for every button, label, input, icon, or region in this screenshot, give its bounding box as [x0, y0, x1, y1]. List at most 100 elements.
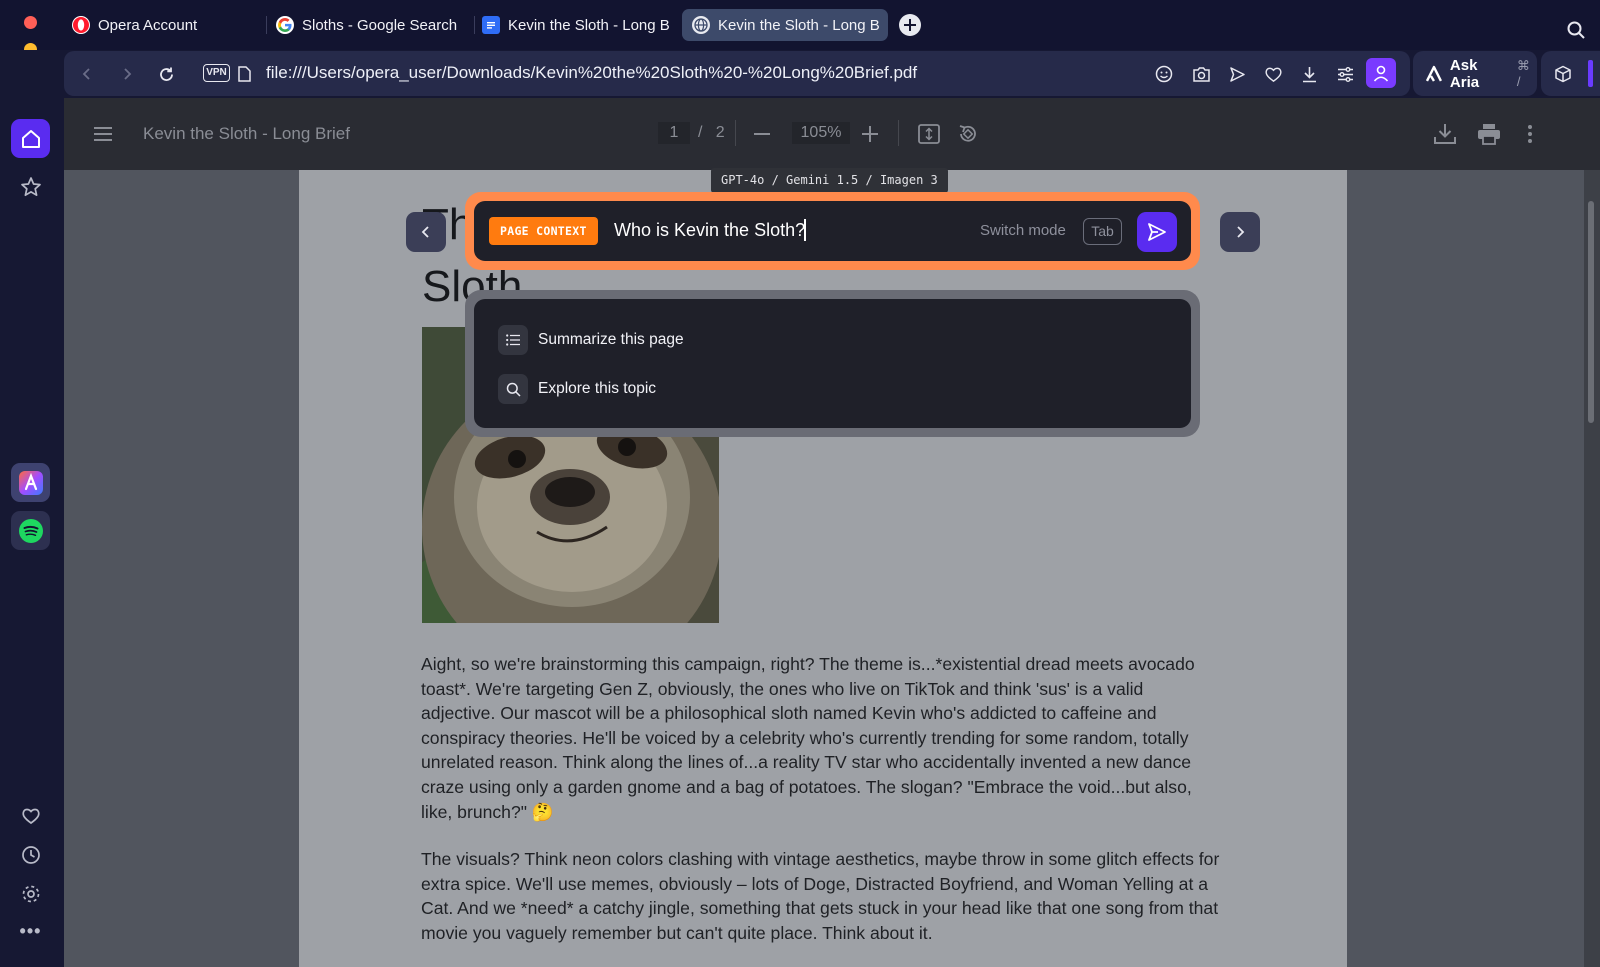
chevron-left-icon	[421, 226, 429, 238]
tab-search-button[interactable]	[1564, 18, 1588, 42]
sidebar: •••	[0, 50, 60, 967]
close-window-button[interactable]	[24, 16, 37, 29]
suggestion-label: Explore this topic	[538, 380, 657, 397]
zoom-in-button[interactable]	[858, 122, 882, 146]
tab-opera-account[interactable]: Opera Account	[62, 9, 258, 41]
fit-page-icon	[918, 124, 940, 144]
bookmark-button[interactable]	[1261, 62, 1285, 86]
rotate-button[interactable]	[955, 121, 981, 147]
spotify-icon	[18, 518, 43, 543]
next-button[interactable]	[1220, 212, 1260, 252]
cube-icon	[1554, 65, 1571, 82]
send-icon	[1229, 66, 1245, 82]
send-icon	[1148, 223, 1166, 241]
minus-icon	[754, 133, 770, 135]
pdf-menu-button[interactable]	[91, 122, 115, 146]
profile-button[interactable]	[1366, 58, 1396, 88]
star-icon	[20, 176, 41, 196]
new-tab-button[interactable]	[899, 14, 921, 36]
ask-aria-button[interactable]: Ask Aria ⌘ /	[1413, 51, 1537, 96]
ask-aria-label: Ask Aria	[1449, 56, 1480, 91]
ellipsis-icon: •••	[19, 921, 42, 941]
pdf-toolbar: Kevin the Sloth - Long Brief 1 / 2 105%	[64, 98, 1600, 170]
print-button[interactable]	[1475, 120, 1503, 148]
heart-icon	[1264, 67, 1282, 82]
printer-icon	[1478, 124, 1500, 145]
url-text[interactable]: file:///Users/opera_user/Downloads/Kevin…	[266, 63, 917, 83]
share-button[interactable]	[1225, 62, 1249, 86]
zoom-level[interactable]: 105%	[792, 122, 850, 144]
gear-icon	[22, 885, 39, 902]
toolbar-divider	[735, 120, 736, 146]
suggestion-summarize[interactable]: Summarize this page	[498, 325, 684, 355]
spotify-sidebar-button[interactable]	[11, 511, 50, 550]
speed-dial-button[interactable]	[11, 167, 50, 206]
emoji-button[interactable]	[1152, 62, 1176, 86]
address-bar: VPN file:///Users/opera_user/Downloads/K…	[64, 51, 1410, 96]
my-flow-button[interactable]	[11, 796, 50, 835]
plus-icon	[904, 19, 916, 31]
download-icon	[1434, 124, 1456, 144]
tab-label: Sloths - Google Search	[302, 16, 458, 34]
docs-icon	[482, 16, 500, 34]
search-icon	[1567, 21, 1585, 39]
suggestion-label: Summarize this page	[538, 331, 684, 348]
easy-setup-button[interactable]	[1333, 62, 1357, 86]
list-icon	[498, 325, 528, 355]
clock-icon	[21, 845, 40, 864]
downloads-button[interactable]	[1297, 62, 1321, 86]
forward-button[interactable]	[116, 63, 138, 85]
home-button[interactable]	[11, 119, 50, 158]
tab-label: Kevin the Sloth - Long B	[508, 16, 670, 34]
switch-mode-label: Switch mode	[980, 222, 1066, 239]
previous-button[interactable]	[406, 212, 446, 252]
heart-icon	[21, 808, 40, 824]
fit-page-button[interactable]	[916, 121, 942, 147]
tab-kevin-sloth-pdf[interactable]: Kevin the Sloth - Long B	[682, 9, 888, 41]
home-icon	[21, 129, 40, 148]
reload-icon	[159, 67, 173, 81]
pdf-download-button[interactable]	[1431, 120, 1459, 148]
page-total: / 2	[698, 124, 725, 142]
tab-label: Opera Account	[98, 16, 198, 34]
more-actions-button[interactable]	[1520, 120, 1540, 148]
file-icon	[236, 64, 252, 83]
page-number-input[interactable]: 1	[658, 122, 690, 144]
sidebar-indicator	[1588, 60, 1593, 87]
snapshot-button[interactable]	[1189, 62, 1213, 86]
suggestion-explore[interactable]: Explore this topic	[498, 374, 656, 404]
zoom-out-button[interactable]	[750, 122, 774, 146]
prompt-input[interactable]: Who is Kevin the Sloth?	[614, 220, 805, 241]
search-icon	[498, 374, 528, 404]
more-sidebar-button[interactable]: •••	[11, 912, 50, 951]
tab-key-hint[interactable]: Tab	[1083, 218, 1122, 245]
send-button[interactable]	[1137, 212, 1177, 252]
settings-button[interactable]	[11, 874, 50, 913]
tab-label: Kevin the Sloth - Long B	[718, 16, 880, 34]
aria-sidebar-button[interactable]	[11, 463, 50, 502]
vpn-badge[interactable]: VPN	[203, 64, 230, 82]
aria-icon	[1425, 65, 1442, 82]
tab-sloths-google-search[interactable]: Sloths - Google Search	[266, 9, 466, 41]
history-button[interactable]	[11, 835, 50, 874]
google-icon	[276, 16, 294, 34]
toolbar-divider	[898, 120, 899, 146]
suggestions-panel	[474, 299, 1191, 428]
globe-icon	[692, 16, 710, 34]
hamburger-icon	[94, 127, 112, 141]
tab-kevin-sloth-doc[interactable]: Kevin the Sloth - Long B	[472, 9, 680, 41]
back-button[interactable]	[76, 63, 98, 85]
tab-strip: Opera Account Sloths - Google Search Kev…	[0, 0, 1600, 83]
chevron-left-icon	[82, 68, 90, 80]
rotate-icon	[959, 125, 976, 142]
reload-button[interactable]	[155, 63, 177, 85]
page-context-badge[interactable]: PAGE CONTEXT	[489, 217, 598, 245]
extensions-button[interactable]	[1541, 51, 1600, 96]
sliders-icon	[1337, 66, 1353, 82]
total-pages: 2	[715, 124, 725, 141]
model-tag: GPT-4o / Gemini 1.5 / Imagen 3	[711, 168, 948, 193]
scrollbar-thumb[interactable]	[1588, 201, 1594, 423]
plus-icon	[862, 126, 878, 142]
aria-shortcut: ⌘ /	[1516, 58, 1530, 89]
aria-icon	[18, 470, 43, 495]
